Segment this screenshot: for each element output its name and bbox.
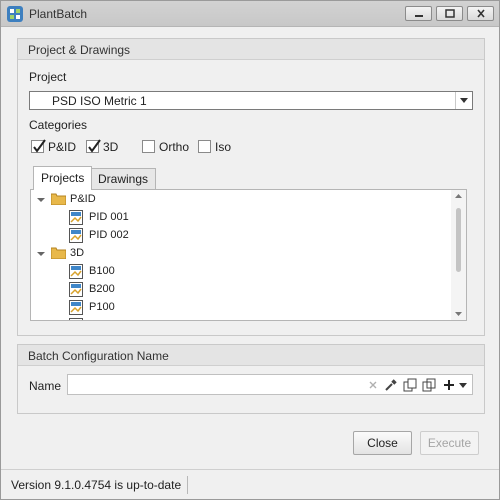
tree-label: B200 <box>89 283 115 295</box>
title-bar[interactable]: PlantBatch <box>1 1 499 27</box>
chevron-down-icon[interactable] <box>455 92 472 109</box>
window-title: PlantBatch <box>29 7 88 21</box>
drawing-file-icon <box>69 318 84 320</box>
plantbatch-app-icon <box>7 6 23 22</box>
close-button[interactable]: Close <box>353 431 412 455</box>
name-label: Name <box>29 379 62 393</box>
add-icon[interactable] <box>442 378 456 392</box>
scroll-up-icon[interactable] <box>451 190 466 202</box>
plantbatch-window: PlantBatch Project & Drawings Project PS… <box>0 0 500 500</box>
execute-button[interactable]: Execute <box>420 431 479 455</box>
checkbox-iso-box[interactable] <box>198 140 211 153</box>
project-dropdown-value: PSD ISO Metric 1 <box>52 94 147 108</box>
tree-vertical-scrollbar[interactable] <box>451 190 466 320</box>
drawing-file-icon <box>69 210 84 228</box>
clear-icon[interactable] <box>366 378 380 392</box>
batch-configuration-header: Batch Configuration Name <box>18 345 484 366</box>
folder-icon <box>50 192 67 208</box>
tree-label: P&ID <box>70 193 96 205</box>
collapse-arrow-icon[interactable] <box>37 249 45 261</box>
checkbox-3d-box[interactable] <box>86 139 101 153</box>
tab-drawings[interactable]: Drawings <box>90 168 157 189</box>
tree-label: 3D <box>70 247 85 259</box>
maximize-button[interactable] <box>436 6 463 21</box>
status-separator <box>187 476 188 494</box>
drawing-file-icon <box>69 300 84 318</box>
tree-label: B100 <box>89 265 115 277</box>
chevron-down-icon[interactable] <box>458 378 472 392</box>
checkbox-ortho-box[interactable] <box>142 140 155 153</box>
project-dropdown[interactable]: PSD ISO Metric 1 <box>29 91 473 110</box>
folder-icon <box>50 246 67 262</box>
checkmark-icon <box>88 139 101 153</box>
scrollbar-thumb[interactable] <box>456 208 461 272</box>
configuration-name-field[interactable] <box>67 374 473 395</box>
drawing-file-icon <box>69 264 84 282</box>
checkbox-3d-label: 3D <box>103 140 119 154</box>
copy-icon[interactable] <box>403 378 417 392</box>
checkbox-ortho-label: Ortho <box>159 140 190 154</box>
tree-label: PID 002 <box>89 229 129 241</box>
duplicate-icon[interactable] <box>422 378 436 392</box>
status-bar: Version 9.1.0.4754 is up-to-date <box>1 469 499 499</box>
checkmark-icon <box>33 139 46 153</box>
project-drawings-header: Project & Drawings <box>18 39 484 60</box>
project-label: Project <box>29 70 67 84</box>
tree-label: P100 <box>89 301 115 313</box>
scroll-down-icon[interactable] <box>451 308 466 320</box>
version-status-text: Version 9.1.0.4754 is up-to-date <box>11 478 182 492</box>
minimize-button[interactable] <box>405 6 432 21</box>
checkbox-pid-label: P&ID <box>48 140 77 154</box>
drawing-file-icon <box>69 282 84 300</box>
tree-label: PID 001 <box>89 211 129 223</box>
tab-projects[interactable]: Projects <box>33 166 93 190</box>
checkbox-pid-box[interactable] <box>31 139 46 153</box>
eyedropper-icon[interactable] <box>384 378 398 392</box>
checkbox-iso-label: Iso <box>215 140 232 154</box>
categories-label: Categories <box>29 118 88 132</box>
close-window-button[interactable] <box>467 6 494 21</box>
project-tree[interactable]: P&ID PID 001 PID 002 3D B100 B200 P100 <box>30 189 467 321</box>
drawing-file-icon <box>69 228 84 246</box>
collapse-arrow-icon[interactable] <box>37 195 45 207</box>
